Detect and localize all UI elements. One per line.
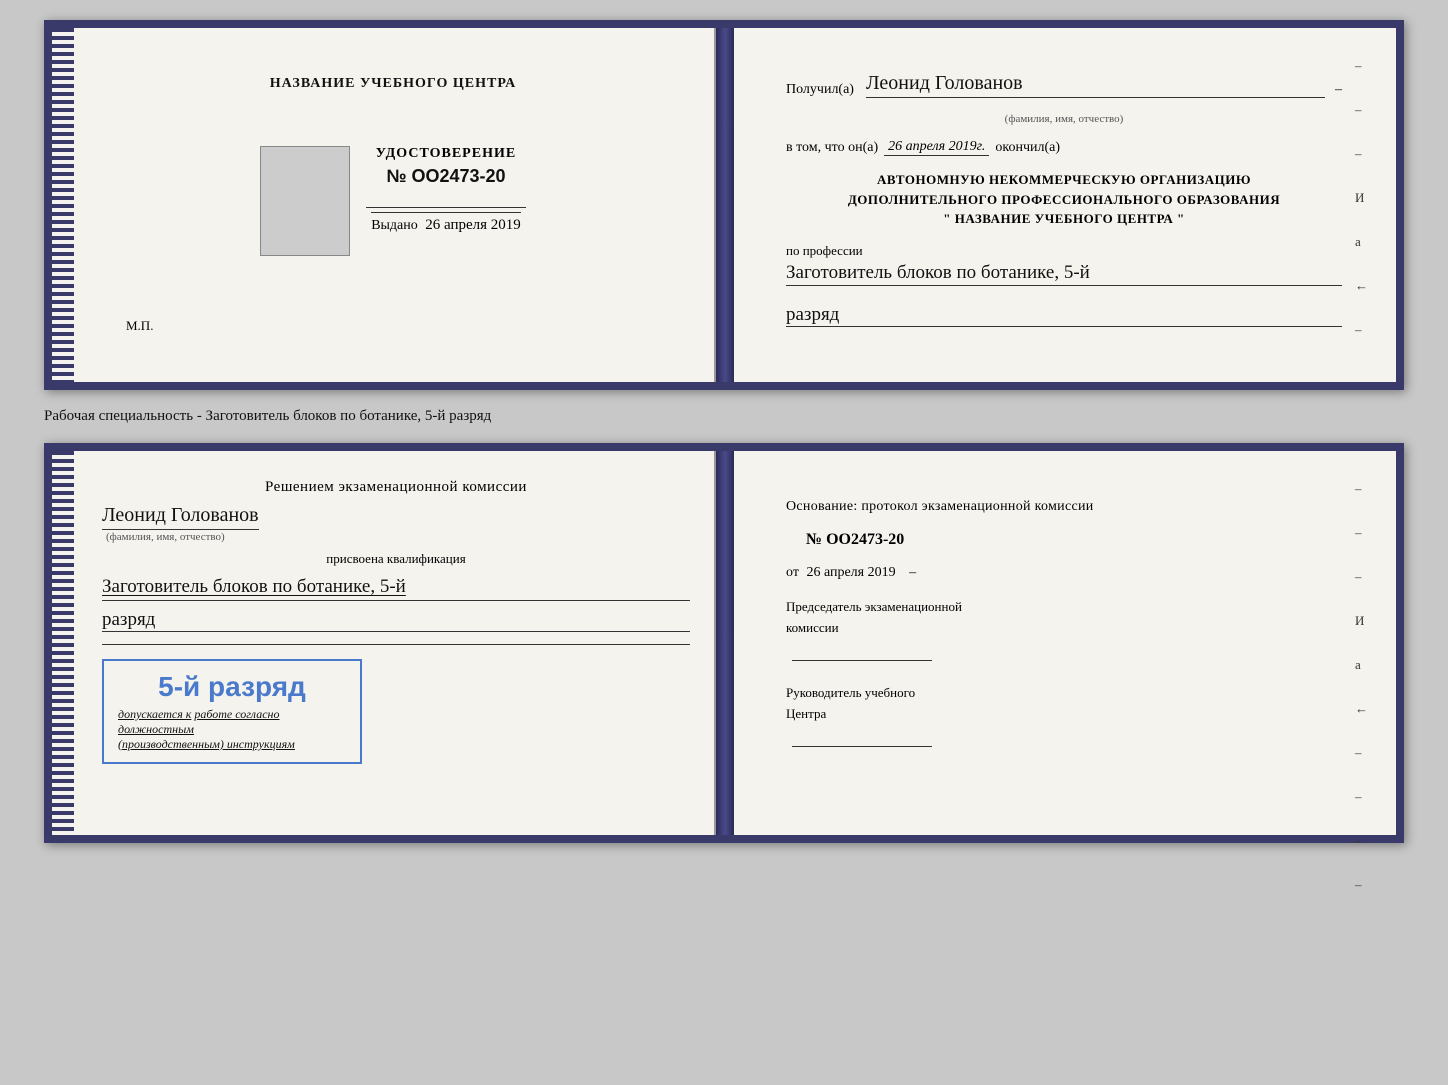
stamp-box: 5-й разряд допускается к работе согласно… xyxy=(102,659,362,764)
bottom-right-content: Основание: протокол экзаменационной коми… xyxy=(758,479,1372,879)
received-prefix: Получил(а) xyxy=(786,82,854,98)
from-prefix: от xyxy=(786,565,799,580)
empty-line-1 xyxy=(102,644,690,645)
right-dashes-bottom: – – – И а ← – – – – xyxy=(1355,481,1368,893)
issued-prefix: Выдано xyxy=(371,218,418,233)
mp-label: М.П. xyxy=(126,318,153,334)
dash-after-name: – xyxy=(1335,82,1342,98)
qual-value: Заготовитель блоков по ботанике, 5-й xyxy=(102,575,690,601)
profession-prefix: по профессии xyxy=(786,243,1342,259)
right-dashes-top: – – – И а ← – xyxy=(1355,58,1368,338)
bottom-certificate: Решением экзаменационной комиссии Леонид… xyxy=(44,443,1404,843)
org-line2: ДОПОЛНИТЕЛЬНОГО ПРОФЕССИОНАЛЬНОГО ОБРАЗО… xyxy=(786,190,1342,210)
leader-block: Руководитель учебного Центра xyxy=(786,683,1342,753)
finished-suffix: окончил(а) xyxy=(995,140,1060,156)
right-content: Получил(а) Леонид Голованов – (фамилия, … xyxy=(758,56,1372,426)
from-date-line: от 26 апреля 2019 – xyxy=(786,565,1342,581)
recipient-line: Получил(а) Леонид Голованов – xyxy=(786,72,1342,98)
from-date-value: 26 апреля 2019 xyxy=(806,565,895,580)
bottom-person-name: Леонид Голованов xyxy=(102,504,259,530)
razryad-value-top: разряд xyxy=(786,304,1342,327)
top-certificate: НАЗВАНИЕ УЧЕБНОГО ЦЕНТРА УДОСТОВЕРЕНИЕ №… xyxy=(44,20,1404,390)
stamp-rank: 5-й разряд xyxy=(118,671,346,703)
bottom-cert-left: Решением экзаменационной комиссии Леонид… xyxy=(52,451,716,835)
leader-title2: Центра xyxy=(786,704,1342,725)
bottom-name-subtitle: (фамилия, имя, отчество) xyxy=(106,531,690,543)
bottom-cert-right: Основание: протокол экзаменационной коми… xyxy=(734,451,1396,835)
photo-cert-row: УДОСТОВЕРЕНИЕ № OO2473-20 Выдано 26 апре… xyxy=(260,146,526,256)
in-that-line: в том, что он(а) 26 апреля 2019г. окончи… xyxy=(786,139,1342,156)
date-value: 26 апреля 2019г. xyxy=(884,139,989,156)
stamp-admitted: допускается к работе согласно должностны… xyxy=(118,707,346,752)
issued-date: 26 апреля 2019 xyxy=(425,217,521,233)
in-that-prefix: в том, что он(а) xyxy=(786,140,878,156)
cert-label: УДОСТОВЕРЕНИЕ xyxy=(376,146,516,162)
name-subtitle-top: (фамилия, имя, отчество) xyxy=(786,113,1342,125)
recipient-name: Леонид Голованов xyxy=(866,72,1325,98)
razryad-bottom: разряд xyxy=(102,609,690,632)
decision-text: Решением экзаменационной комиссии xyxy=(102,479,690,496)
leader-sign-line xyxy=(786,733,1342,754)
cert-title-block: НАЗВАНИЕ УЧЕБНОГО ЦЕНТРА xyxy=(270,76,516,92)
profession-value: Заготовитель блоков по ботанике, 5-й xyxy=(786,261,1342,287)
chairman-signature xyxy=(792,660,932,661)
chairman-block: Председатель экзаменационной комиссии xyxy=(786,597,1342,667)
cert-number-block: УДОСТОВЕРЕНИЕ № OO2473-20 Выдано 26 апре… xyxy=(366,146,526,234)
leader-title: Руководитель учебного xyxy=(786,683,1342,704)
bottom-left-content: Решением экзаменационной комиссии Леонид… xyxy=(76,479,690,807)
admitted-italic2: (производственным) инструкциям xyxy=(118,737,295,751)
protocol-number: № OO2473-20 xyxy=(806,531,1342,549)
top-cert-right: Получил(а) Леонид Голованов – (фамилия, … xyxy=(734,28,1396,382)
chairman-sign-line xyxy=(786,647,1342,668)
leader-signature xyxy=(792,746,932,747)
from-date-dash: – xyxy=(909,565,916,580)
photo-placeholder xyxy=(260,146,350,256)
bottom-person-name-block: Леонид Голованов (фамилия, имя, отчество… xyxy=(102,504,690,543)
cert-number: № OO2473-20 xyxy=(386,166,505,187)
foundation-text: Основание: протокол экзаменационной коми… xyxy=(786,499,1342,515)
admitted-prefix: допускается к xyxy=(118,707,191,721)
top-cert-left: НАЗВАНИЕ УЧЕБНОГО ЦЕНТРА УДОСТОВЕРЕНИЕ №… xyxy=(52,28,716,382)
org-line3: " НАЗВАНИЕ УЧЕБНОГО ЦЕНТРА " xyxy=(786,209,1342,229)
chairman-title2: комиссии xyxy=(786,618,1342,639)
org-block: АВТОНОМНУЮ НЕКОММЕРЧЕСКУЮ ОРГАНИЗАЦИЮ ДО… xyxy=(786,170,1342,229)
org-line1: АВТОНОМНУЮ НЕКОММЕРЧЕСКУЮ ОРГАНИЗАЦИЮ xyxy=(786,170,1342,190)
center-title: НАЗВАНИЕ УЧЕБНОГО ЦЕНТРА xyxy=(270,76,516,92)
issued-line: Выдано 26 апреля 2019 xyxy=(371,212,521,234)
profession-block: по профессии Заготовитель блоков по бота… xyxy=(786,243,1342,287)
assigned-text: присвоена квалификация xyxy=(102,551,690,567)
book-spine-bottom xyxy=(716,451,734,835)
book-spine-top xyxy=(716,28,734,382)
chairman-title: Председатель экзаменационной xyxy=(786,597,1342,618)
